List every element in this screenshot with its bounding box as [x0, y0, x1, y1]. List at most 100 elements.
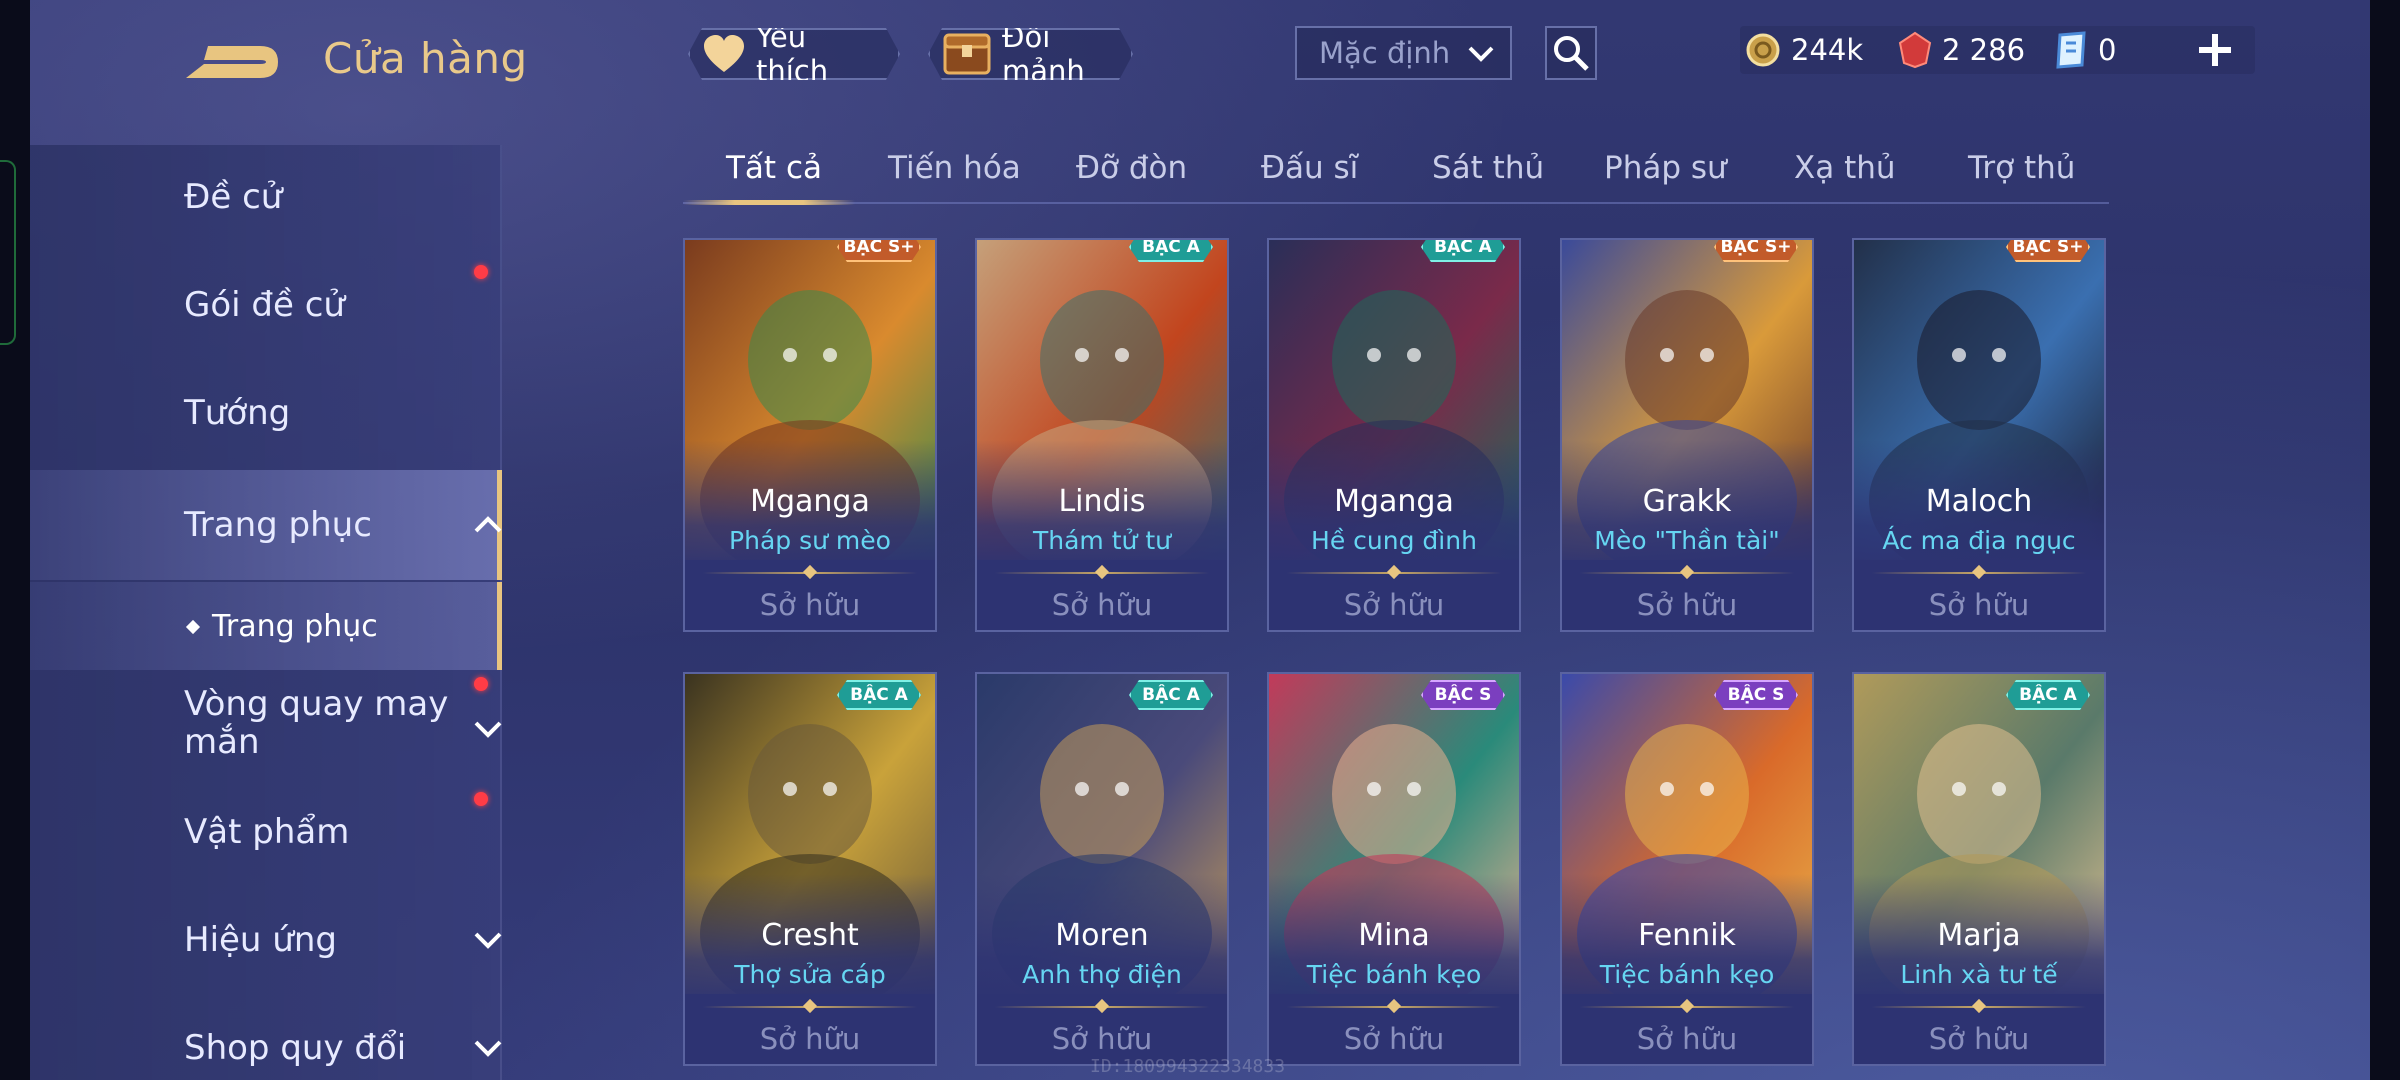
skin-name: Thợ sửa cáp	[734, 960, 886, 989]
gold-amount: 244k	[1791, 33, 1864, 67]
sidebar-item-items[interactable]: Vật phẩm	[30, 782, 502, 882]
sidebar-subitem-skins[interactable]: Trang phục	[30, 582, 502, 670]
skin-name: Pháp sư mèo	[729, 526, 891, 555]
tab-fighter[interactable]: Đấu sĩ	[1261, 150, 1358, 186]
search-button[interactable]	[1545, 26, 1597, 80]
tab-all[interactable]: Tất cả	[726, 150, 822, 186]
ownership-status: Sở hữu	[1636, 588, 1738, 622]
chevron-down-icon	[1468, 46, 1494, 62]
chevron-down-icon	[474, 1040, 502, 1057]
skin-card[interactable]: BẬC S+ Mganga Pháp sư mèo Sở hữu	[683, 238, 937, 632]
skin-card[interactable]: BẬC S+ Maloch Ác ma địa ngục Sở hữu	[1852, 238, 2106, 632]
skin-card[interactable]: BẬC S Mina Tiệc bánh kẹo Sở hữu	[1267, 672, 1521, 1066]
tier-badge: BẬC S	[1421, 680, 1505, 710]
sort-value: Mặc định	[1319, 36, 1451, 70]
skin-card[interactable]: BẬC A Lindis Thám tử tư Sở hữu	[975, 238, 1229, 632]
skin-name: Anh thợ điện	[1022, 960, 1182, 989]
sidebar-item-recommended-packs[interactable]: Gói đề cử	[30, 255, 502, 355]
tier-badge: BẬC A	[1421, 238, 1505, 262]
skin-name: Tiệc bánh kẹo	[1306, 960, 1482, 989]
gold-coin-icon	[1746, 33, 1780, 67]
exchange-label: Đổi mảnh	[1002, 20, 1085, 88]
ownership-status: Sở hữu	[1343, 588, 1445, 622]
hero-name: Mganga	[1334, 484, 1454, 519]
tier-badge: BẬC S+	[837, 238, 921, 262]
ownership-status: Sở hữu	[759, 1022, 861, 1056]
voucher-currency: 0	[2054, 26, 2116, 74]
ownership-status: Sở hữu	[1636, 1022, 1738, 1056]
sidebar-item-label: Hiệu ứng	[184, 920, 337, 960]
player-id-watermark: ID:180994322334833	[1090, 1056, 1286, 1077]
exchange-fragments-button[interactable]: Đổi mảnh	[928, 28, 1133, 80]
sidebar-item-exchange-shop[interactable]: Shop quy đổi	[30, 998, 502, 1080]
sidebar-item-label: Gói đề cử	[184, 285, 345, 325]
tier-badge: BẬC A	[1129, 238, 1213, 262]
sidebar-item-label: Vật phẩm	[184, 812, 350, 852]
tab-tank[interactable]: Đỡ đòn	[1076, 150, 1187, 186]
voucher-icon	[2056, 31, 2086, 69]
chevron-down-icon	[474, 932, 502, 949]
tab-assassin[interactable]: Sát thủ	[1432, 150, 1544, 186]
sidebar-item-label: Vòng quay may mắn	[184, 684, 449, 762]
skin-card[interactable]: BẬC A Marja Linh xà tư tế Sở hữu	[1852, 672, 2106, 1066]
tier-badge: BẬC A	[1129, 680, 1213, 710]
hero-name: Mganga	[750, 484, 870, 519]
ownership-status: Sở hữu	[1928, 588, 2030, 622]
sidebar-item-label: Đề cử	[184, 177, 283, 217]
sidebar-item-label: Shop quy đổi	[184, 1028, 407, 1068]
tier-badge: BẬC S+	[1714, 238, 1798, 262]
hero-name: Grakk	[1642, 484, 1732, 519]
sidebar-item-recommended[interactable]: Đề cử	[30, 147, 502, 247]
ownership-status: Sở hữu	[759, 588, 861, 622]
plus-icon	[2199, 34, 2231, 66]
sidebar-item-skins[interactable]: Trang phục	[30, 470, 502, 580]
ownership-status: Sở hữu	[1343, 1022, 1445, 1056]
hero-name: Moren	[1055, 918, 1149, 953]
ownership-status: Sở hữu	[1051, 1022, 1153, 1056]
sidebar-item-heroes[interactable]: Tướng	[30, 363, 502, 463]
sidebar-item-label: Tướng	[184, 393, 291, 433]
hero-name: Lindis	[1058, 484, 1146, 519]
notification-dot	[474, 792, 488, 806]
back-button[interactable]	[182, 34, 284, 90]
tab-marksman[interactable]: Xạ thủ	[1794, 150, 1896, 186]
search-icon	[1554, 36, 1589, 71]
skin-name: Mèo "Thần tài"	[1594, 526, 1780, 555]
sidebar-item-effects[interactable]: Hiệu ứng	[30, 890, 502, 990]
chest-icon	[942, 31, 992, 77]
sidebar-item-label: Trang phục	[184, 505, 372, 545]
heart-icon	[702, 34, 746, 74]
page-title: Cửa hàng	[323, 34, 528, 83]
sidebar-subitem-label: Trang phục	[212, 608, 378, 644]
tab-evolution[interactable]: Tiến hóa	[888, 150, 1021, 186]
favorite-button[interactable]: Yêu thích	[688, 28, 900, 80]
add-currency-button[interactable]	[2195, 30, 2235, 70]
skin-card[interactable]: BẬC A Mganga Hề cung đình Sở hữu	[1267, 238, 1521, 632]
skin-name: Thám tử tư	[1033, 526, 1171, 555]
chevron-down-icon	[474, 721, 502, 738]
shop-screen: Cửa hàng Yêu thích Đổi mảnh Mặc định 244…	[0, 0, 2400, 1080]
sort-dropdown[interactable]: Mặc định	[1295, 26, 1512, 80]
ownership-status: Sở hữu	[1928, 1022, 2030, 1056]
category-sidebar: Đề cử Gói đề cử Tướng Trang phục Trang p…	[30, 145, 502, 1080]
edge-indicator	[0, 160, 16, 345]
skin-card[interactable]: BẬC S+ Grakk Mèo "Thần tài" Sở hữu	[1560, 238, 1814, 632]
tab-support[interactable]: Trợ thủ	[1968, 150, 2075, 186]
hero-name: Maloch	[1925, 484, 2033, 519]
hero-name: Cresht	[761, 918, 859, 953]
hero-name: Mina	[1358, 918, 1430, 953]
ownership-status: Sở hữu	[1051, 588, 1153, 622]
role-filter-tabs: Tất cả Tiến hóa Đỡ đòn Đấu sĩ Sát thủ Ph…	[683, 140, 2109, 204]
hero-name: Marja	[1937, 918, 2021, 953]
tier-badge: BẬC S+	[2006, 238, 2090, 262]
tier-badge: BẬC S	[1714, 680, 1798, 710]
skin-card[interactable]: BẬC A Cresht Thợ sửa cáp Sở hữu	[683, 672, 937, 1066]
ruby-currency: 2 286	[1898, 26, 2025, 74]
back-arrow-icon	[186, 46, 278, 78]
sidebar-item-lucky-spin[interactable]: Vòng quay may mắn	[30, 673, 502, 773]
hero-name: Fennik	[1638, 918, 1736, 953]
skin-card[interactable]: BẬC A Moren Anh thợ điện Sở hữu	[975, 672, 1229, 1066]
favorite-label: Yêu thích	[756, 20, 829, 88]
tab-mage[interactable]: Pháp sư	[1604, 150, 1727, 186]
skin-card[interactable]: BẬC S Fennik Tiệc bánh kẹo Sở hữu	[1560, 672, 1814, 1066]
